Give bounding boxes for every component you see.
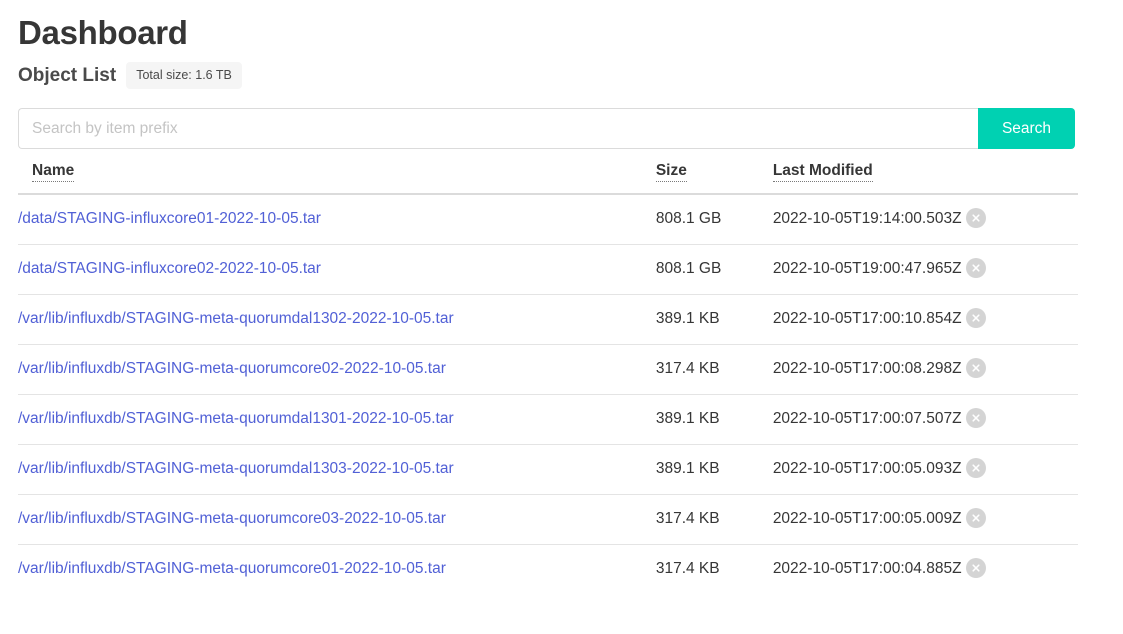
sort-by-last-modified[interactable]: Last Modified [772,162,873,183]
search-bar: Search [18,108,1075,150]
table-row: /var/lib/influxdb/STAGING-meta-quorumcor… [18,344,1078,396]
close-circle-icon[interactable] [965,558,986,579]
column-header-name[interactable]: Name [18,162,656,196]
close-circle-icon[interactable] [965,358,986,379]
object-size-cell: 808.1 GB [655,194,773,246]
object-name-cell: /data/STAGING-influxcore01-2022-10-05.ta… [18,194,656,246]
object-last-modified-cell: 2022-10-05T19:14:00.503Z [772,194,1078,246]
close-circle-icon[interactable] [965,458,986,479]
object-last-modified-cell: 2022-10-05T17:00:05.009Z [772,494,1078,546]
dashboard-page: Dashboard Object List Total size: 1.6 TB… [0,0,1123,634]
object-table-wrap: Name Size Last Modified /data/STAGING-in… [18,162,1078,594]
last-modified-group: 2022-10-05T17:00:08.298Z [772,358,1078,379]
table-row: /data/STAGING-influxcore02-2022-10-05.ta… [18,244,1078,296]
object-size-cell: 317.4 KB [655,560,720,578]
last-modified-text: 2022-10-05T17:00:05.093Z [772,460,962,478]
column-header-size[interactable]: Size [655,162,773,196]
close-circle-icon[interactable] [965,408,986,429]
object-size-cell: 389.1 KB [655,294,773,346]
total-size-badge: Total size: 1.6 TB [126,61,242,90]
object-table: Name Size Last Modified /data/STAGING-in… [18,162,1078,594]
object-name-link[interactable]: /var/lib/influxdb/STAGING-meta-quorumcor… [18,510,446,527]
object-name-link[interactable]: /var/lib/influxdb/STAGING-meta-quorumcor… [18,560,446,577]
search-button[interactable]: Search [978,108,1075,150]
sort-by-size[interactable]: Size [655,162,687,183]
object-name-link[interactable]: /data/STAGING-influxcore01-2022-10-05.ta… [18,210,321,227]
subtitle-row: Object List Total size: 1.6 TB [18,61,1123,90]
object-name-cell: /var/lib/influxdb/STAGING-meta-quorumcor… [18,494,656,546]
object-size-cell: 317.4 KB [655,344,773,396]
object-name-cell: /var/lib/influxdb/STAGING-meta-quorumcor… [18,545,656,595]
close-circle-icon[interactable] [965,508,986,529]
last-modified-text: 2022-10-05T17:00:10.854Z [772,310,962,328]
search-input[interactable] [18,108,978,150]
object-name-cell: /var/lib/influxdb/STAGING-meta-quorumdal… [18,294,656,346]
table-header-row: Name Size Last Modified [18,162,1078,196]
object-size-cell: 808.1 GB [655,244,773,296]
object-name-link[interactable]: /data/STAGING-influxcore02-2022-10-05.ta… [18,260,321,277]
table-row: /var/lib/influxdb/STAGING-meta-quorumdal… [18,294,1078,346]
object-name-link[interactable]: /var/lib/influxdb/STAGING-meta-quorumdal… [18,310,454,327]
object-last-modified-cell: 2022-10-05T17:00:04.885Z [773,545,1078,595]
last-modified-group: 2022-10-05T17:00:05.009Z [772,508,1078,529]
table-row: /data/STAGING-influxcore01-2022-10-05.ta… [18,194,1078,246]
object-size-cell: 317.4 KB [655,494,773,546]
object-last-modified-cell: 2022-10-05T17:00:07.507Z [772,394,1078,446]
close-circle-icon[interactable] [965,308,986,329]
object-size-cell: 389.1 KB [655,394,773,446]
table-row: /var/lib/influxdb/STAGING-meta-quorumcor… [18,494,1078,546]
object-size-cell: 389.1 KB [655,444,773,496]
close-circle-icon[interactable] [965,208,986,229]
last-modified-group: 2022-10-05T17:00:10.854Z [772,308,1078,329]
object-last-modified-cell: 2022-10-05T19:00:47.965Z [772,244,1078,296]
last-modified-group: 2022-10-05T19:14:00.503Z [772,208,1078,229]
table-row: /var/lib/influxdb/STAGING-meta-quorumdal… [18,444,1078,496]
close-circle-icon[interactable] [965,258,986,279]
last-modified-text: 2022-10-05T17:00:05.009Z [772,510,962,528]
last-modified-text: 2022-10-05T17:00:08.298Z [772,360,962,378]
last-modified-text: 2022-10-05T17:00:07.507Z [772,410,962,428]
last-modified-group: 2022-10-05T19:00:47.965Z [772,258,1078,279]
object-name-link[interactable]: /var/lib/influxdb/STAGING-meta-quorumdal… [18,460,454,477]
last-modified-text: 2022-10-05T19:00:47.965Z [772,260,962,278]
object-name-cell: /var/lib/influxdb/STAGING-meta-quorumdal… [18,394,656,446]
last-modified-group: 2022-10-05T17:00:04.885Z [772,558,1078,579]
last-modified-text: 2022-10-05T17:00:04.885Z [772,560,962,578]
object-name-link[interactable]: /var/lib/influxdb/STAGING-meta-quorumcor… [18,360,446,377]
table-body: /data/STAGING-influxcore01-2022-10-05.ta… [18,194,1078,594]
table-head: Name Size Last Modified [18,162,1078,196]
object-name-cell: /data/STAGING-influxcore02-2022-10-05.ta… [18,244,656,296]
object-list-subtitle: Object List [18,64,117,86]
table-row: /var/lib/influxdb/STAGING-meta-quorumdal… [18,394,1078,446]
sort-by-name[interactable]: Name [32,162,75,183]
page-title: Dashboard [18,14,188,51]
column-header-last-modified[interactable]: Last Modified [772,162,1078,196]
last-modified-text: 2022-10-05T19:14:00.503Z [772,210,962,228]
object-name-link[interactable]: /var/lib/influxdb/STAGING-meta-quorumdal… [18,410,454,427]
object-name-cell: /var/lib/influxdb/STAGING-meta-quorumdal… [18,444,656,496]
table-row: /var/lib/influxdb/STAGING-meta-quorumcor… [18,545,1078,595]
object-last-modified-cell: 2022-10-05T17:00:08.298Z [772,344,1078,396]
object-last-modified-cell: 2022-10-05T17:00:10.854Z [772,294,1078,346]
object-last-modified-cell: 2022-10-05T17:00:05.093Z [772,444,1078,496]
last-modified-group: 2022-10-05T17:00:05.093Z [772,458,1078,479]
last-modified-group: 2022-10-05T17:00:07.507Z [772,408,1078,429]
header-block: Dashboard Object List Total size: 1.6 TB [0,0,1123,90]
object-name-cell: /var/lib/influxdb/STAGING-meta-quorumcor… [18,344,656,396]
